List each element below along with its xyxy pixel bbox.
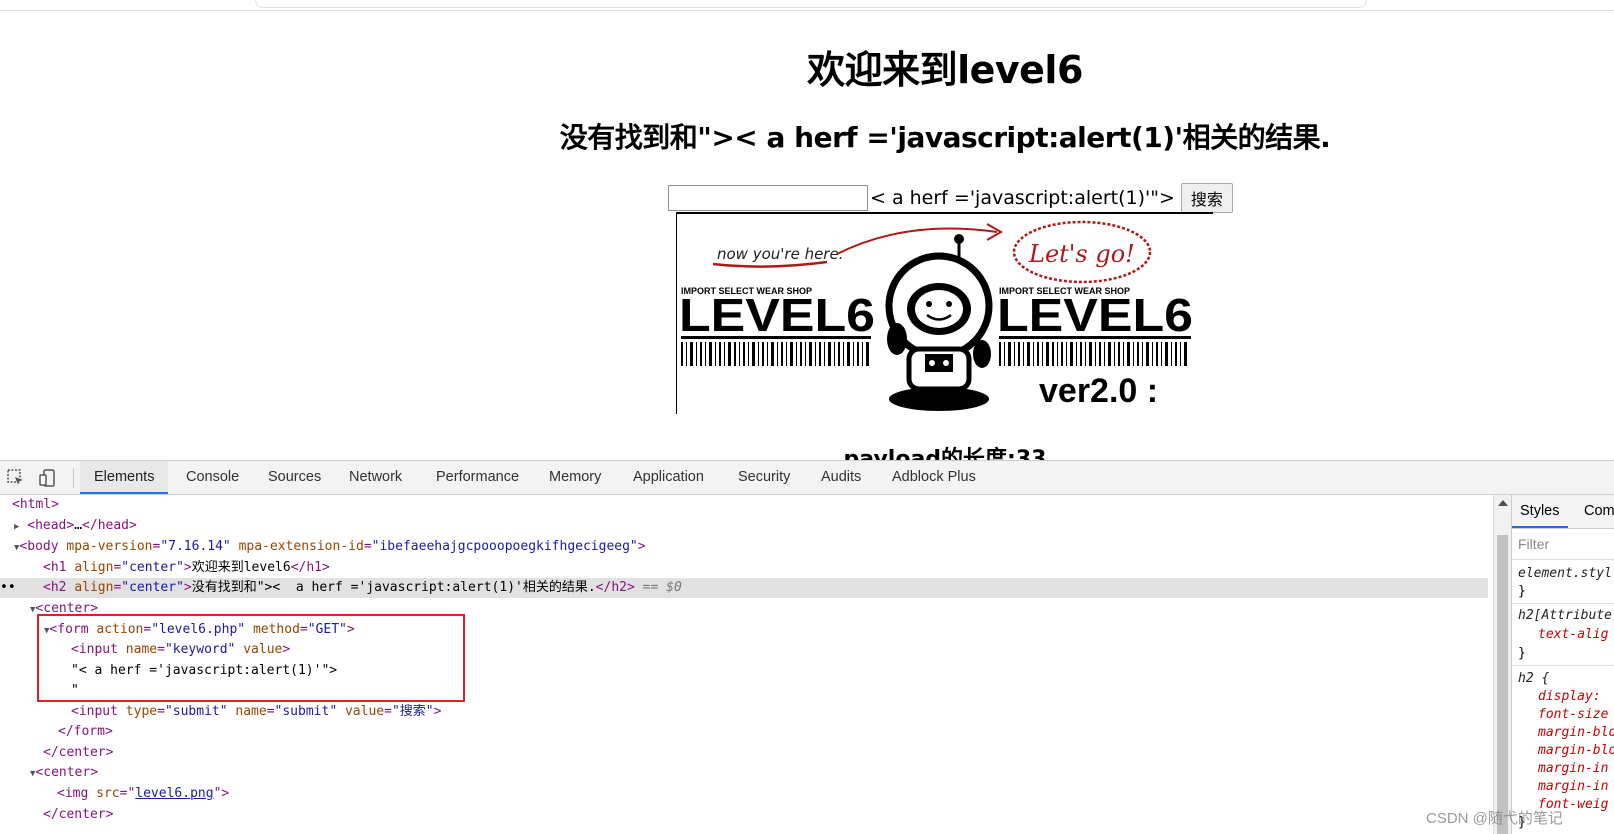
banner-note-right: Let's go! <box>1028 240 1135 268</box>
dom-line-body[interactable]: ▼<body mpa-version="7.16.14" mpa-extensi… <box>0 537 1488 557</box>
dom-line-img[interactable]: <img src="level6.png"> <box>0 784 1488 804</box>
style-rule-h2: h2 { <box>1518 671 1550 686</box>
reflected-payload-text: < a herf ='javascript:alert(1)'"> <box>870 187 1175 209</box>
style-divider <box>1512 603 1614 604</box>
scrollbar-thumb[interactable] <box>1497 535 1508 834</box>
styles-pane: Styles Com Filter element.styl } h2[Attr… <box>1511 495 1614 834</box>
keyword-input[interactable] <box>668 185 868 211</box>
tab-network[interactable]: Network <box>349 461 402 494</box>
style-prop: margin-in <box>1538 761 1609 776</box>
level-label-left: LEVEL6 <box>679 289 875 341</box>
search-button[interactable]: 搜索 <box>1180 183 1233 213</box>
tab-security[interactable]: Security <box>738 461 790 494</box>
style-rule-brace: } <box>1518 584 1526 599</box>
robot-mascot-icon <box>885 234 993 411</box>
tab-styles[interactable]: Styles <box>1512 495 1568 528</box>
page-heading-h1: 欢迎来到level6 <box>807 48 1083 92</box>
elements-dom-tree: <html> ▶ <head>…</head> ▼<body mpa-versi… <box>0 495 1490 834</box>
dom-line-head[interactable]: ▶ <head>…</head> <box>0 516 1488 536</box>
tab-adblock-plus[interactable]: Adblock Plus <box>892 461 976 494</box>
style-prop: display: <box>1538 689 1609 704</box>
csdn-watermark: CSDN @随弋的笔记 <box>1426 810 1563 827</box>
page-viewport: 欢迎来到level6 没有找到和">< a herf ='javascript:… <box>0 11 1614 460</box>
style-prop: margin-blo <box>1538 743 1614 758</box>
style-prop: text-alig <box>1538 627 1609 642</box>
dom-line-h1[interactable]: <h1 align="center">欢迎来到level6</h1> <box>0 558 1488 578</box>
banner-art: now you're here. Let's go! IMPORT SELECT… <box>679 220 1193 411</box>
style-rule-brace: } <box>1518 646 1526 661</box>
arrow-stroke <box>836 227 998 255</box>
tab-console[interactable]: Console <box>186 461 239 494</box>
tab-application[interactable]: Application <box>633 461 704 494</box>
address-bar-edge <box>255 0 1367 8</box>
dom-line-html[interactable]: <html> <box>0 495 1488 515</box>
dom-line-h2-selected[interactable]: •• <h2 align="center">没有找到和">< a herf ='j… <box>0 578 1488 598</box>
page-heading-h2: 没有找到和">< a herf ='javascript:alert(1)'相关… <box>559 121 1331 154</box>
dom-line-form-close[interactable]: </form> <box>0 722 1488 742</box>
styles-filter-input[interactable]: Filter <box>1512 529 1614 560</box>
banner-note-left: now you're here. <box>717 245 843 263</box>
toolbar-divider <box>73 468 74 488</box>
level-label-right: LEVEL6 <box>997 289 1193 341</box>
tab-computed[interactable]: Com <box>1584 495 1614 528</box>
dom-line-center-close[interactable]: </center> <box>0 743 1488 763</box>
tab-performance[interactable]: Performance <box>436 461 519 494</box>
devtools-panel: Elements Console Sources Network Perform… <box>0 460 1614 834</box>
style-rule-attr-selector: h2[Attribute <box>1518 608 1612 623</box>
elements-scrollbar[interactable] <box>1493 495 1511 834</box>
dom-line-center2-close[interactable]: </center> <box>0 805 1488 825</box>
browser-top-strip <box>0 0 1614 11</box>
dom-line-center2[interactable]: ▼<center> <box>0 763 1488 783</box>
tab-memory[interactable]: Memory <box>549 461 601 494</box>
style-rule-element: element.styl <box>1518 566 1612 581</box>
highlight-annotation-box <box>37 614 465 702</box>
style-prop: font-size <box>1538 707 1609 722</box>
payload-length-text: payload的长度:33 <box>843 447 1047 460</box>
style-prop: margin-blo <box>1538 725 1614 740</box>
img-src-link[interactable]: level6.png <box>135 786 213 801</box>
devtools-tab-bar: Elements Console Sources Network Perform… <box>0 461 1614 495</box>
styles-tab-bar: Styles Com <box>1512 495 1614 529</box>
tab-sources[interactable]: Sources <box>268 461 321 494</box>
style-prop: margin-in <box>1538 779 1609 794</box>
inspect-element-icon[interactable] <box>6 468 26 488</box>
search-form: < a herf ='javascript:alert(1)'"> 搜索 <box>668 183 1233 213</box>
device-toolbar-icon[interactable] <box>38 468 58 488</box>
tab-audits[interactable]: Audits <box>821 461 861 494</box>
style-divider <box>1512 665 1614 666</box>
expand-triangle-icon[interactable]: ▶ <box>14 522 19 532</box>
dom-line-input-submit[interactable]: <input type="submit" name="submit" value… <box>0 702 1488 722</box>
version-label: ver2.0 : <box>1039 372 1158 410</box>
level-banner-image: now you're here. Let's go! IMPORT SELECT… <box>676 212 1213 414</box>
tab-elements[interactable]: Elements <box>80 461 169 494</box>
scroll-up-icon[interactable] <box>1498 500 1508 506</box>
